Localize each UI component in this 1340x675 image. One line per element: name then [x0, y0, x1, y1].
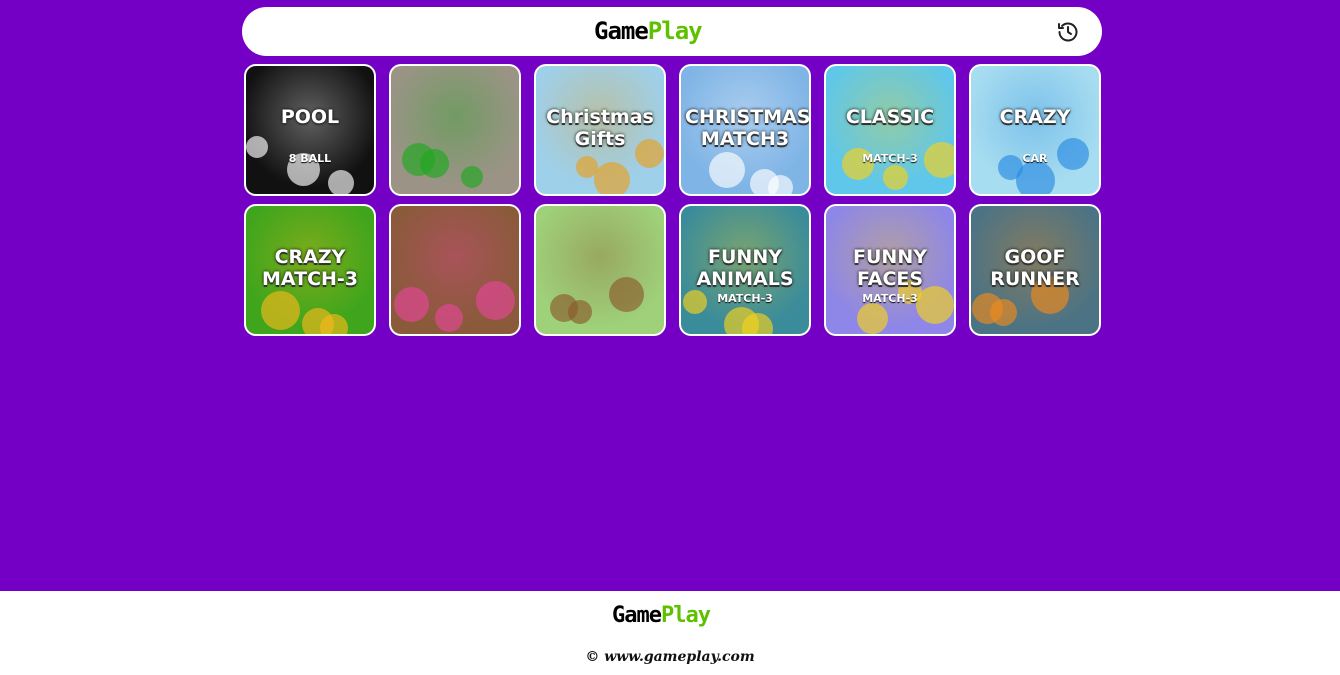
thumbnail-decoration [550, 294, 578, 322]
game-tile-crazy-car[interactable]: CRAZY CAR [969, 64, 1101, 196]
thumbnail-decoration [709, 152, 745, 188]
history-clock-icon[interactable] [1056, 20, 1080, 44]
game-thumbnail: CHRISTMAS MATCH3 [681, 66, 809, 194]
game-title: GOOF RUNNER [990, 246, 1080, 290]
game-tile-funny-animals-match3[interactable]: FUNNY ANIMALS MATCH-3 [679, 204, 811, 336]
thumbnail-decoration [750, 169, 779, 194]
game-title: FUNNY ANIMALS [696, 246, 794, 290]
game-title: FUNNY FACES [853, 246, 927, 290]
game-thumbnail: Christmas Gifts [536, 66, 664, 194]
header-bar: Game Play [242, 7, 1102, 56]
footer-gameplay-logo[interactable]: Game Play [612, 603, 711, 629]
thumbnail-decoration [724, 307, 759, 334]
game-thumbnail: CRAZY MATCH-3 [246, 206, 374, 334]
game-subtitle: MATCH-3 [862, 152, 918, 165]
game-title: CRAZY MATCH-3 [261, 246, 359, 290]
game-tile-donuts[interactable] [389, 204, 521, 336]
logo-part-game: Game [612, 603, 662, 628]
game-subtitle: CAR [1022, 152, 1048, 165]
game-tile-crazy-match3[interactable]: CRAZY MATCH-3 [244, 204, 376, 336]
game-title: CLASSIC [845, 106, 935, 128]
game-tile-funny-faces-match3[interactable]: FUNNY FACES MATCH-3 [824, 204, 956, 336]
game-subtitle: MATCH-3 [717, 292, 773, 305]
thumbnail-decoration [576, 156, 598, 178]
game-subtitle: MATCH-3 [862, 292, 918, 305]
game-thumbnail: FUNNY FACES MATCH-3 [826, 206, 954, 334]
logo-part-game: Game [594, 17, 649, 45]
thumbnail-decoration [261, 291, 300, 330]
thumbnail-decoration [972, 293, 1003, 324]
game-tile-goof-runner[interactable]: GOOF RUNNER [969, 204, 1101, 336]
copyright-text: © www.gameplay.com [585, 649, 755, 665]
logo-part-play: Play [660, 603, 711, 628]
game-thumbnail: CRAZY CAR [971, 66, 1099, 194]
thumbnail-decoration [609, 277, 644, 312]
thumbnail-decoration [435, 304, 463, 332]
game-thumbnail [391, 206, 519, 334]
game-tile-pool-8-ball[interactable]: POOL 8 BALL [244, 64, 376, 196]
game-title: Christmas Gifts [546, 106, 654, 150]
thumbnail-decoration [394, 287, 429, 322]
thumbnail-decoration [883, 165, 908, 190]
thumbnail-decoration [476, 281, 515, 320]
game-thumbnail: CLASSIC MATCH-3 [826, 66, 954, 194]
thumbnail-decoration [302, 308, 334, 334]
game-thumbnail [536, 206, 664, 334]
game-tile-christmas-gifts[interactable]: Christmas Gifts [534, 64, 666, 196]
logo-part-play: Play [647, 17, 703, 45]
game-thumbnail [391, 66, 519, 194]
game-thumbnail: GOOF RUNNER [971, 206, 1099, 334]
game-title: POOL [280, 106, 340, 128]
game-thumbnail: FUNNY ANIMALS MATCH-3 [681, 206, 809, 334]
game-thumbnail: POOL 8 BALL [246, 66, 374, 194]
thumbnail-decoration [594, 162, 630, 194]
game-tile-beavers[interactable] [534, 204, 666, 336]
thumbnail-decoration [402, 143, 435, 176]
gameplay-logo[interactable]: Game Play [594, 17, 703, 45]
game-tile-classic-match3[interactable]: CLASSIC MATCH-3 [824, 64, 956, 196]
game-title: CRAZY [999, 106, 1071, 128]
game-subtitle: 8 BALL [288, 152, 332, 165]
game-grid: POOL 8 BALL Christmas Gifts CHRISTMAS MATCH… [244, 64, 1101, 336]
game-tile-traffic-light[interactable] [389, 64, 521, 196]
thumbnail-decoration [328, 170, 354, 194]
game-title: CHRISTMAS MATCH3 [685, 106, 809, 150]
thumbnail-decoration [857, 303, 888, 334]
thumbnail-decoration [461, 166, 483, 188]
game-tile-christmas-match3[interactable]: CHRISTMAS MATCH3 [679, 64, 811, 196]
